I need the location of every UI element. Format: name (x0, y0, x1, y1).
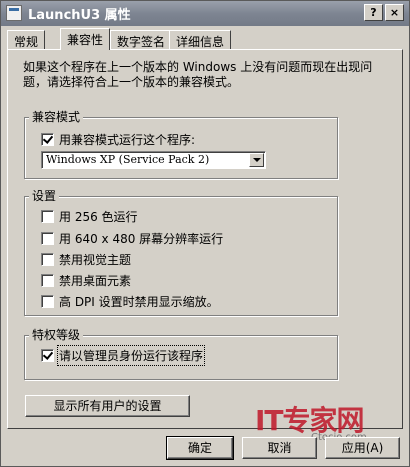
run-as-admin-row[interactable]: 请以管理员身份运行该程序 (41, 344, 206, 366)
setting-high-dpi[interactable]: 高 DPI 设置时禁用显示缩放。 (41, 293, 219, 309)
setting-640x480-label: 用 640 x 480 屏幕分辨率运行 (59, 231, 224, 246)
os-select[interactable]: Windows XP (Service Pack 2) (41, 151, 266, 169)
app-icon (6, 5, 22, 21)
setting-640x480-checkbox[interactable] (41, 231, 54, 245)
setting-disable-themes[interactable]: 禁用视觉主题 (41, 251, 131, 267)
tab-details[interactable]: 详细信息 (169, 30, 232, 49)
setting-disable-themes-checkbox[interactable] (41, 252, 54, 266)
privilege-legend: 特权等级 (29, 328, 84, 342)
setting-disable-desktop[interactable]: 禁用桌面元素 (41, 272, 131, 288)
setting-disable-themes-label: 禁用视觉主题 (59, 252, 132, 267)
chevron-down-icon[interactable] (249, 153, 264, 167)
settings-legend: 设置 (29, 189, 60, 203)
setting-disable-desktop-checkbox[interactable] (41, 273, 54, 287)
tab-compatibility[interactable]: 兼容性 (60, 28, 111, 50)
show-all-users-button[interactable]: 显示所有用户的设置 (25, 395, 190, 417)
setting-640x480[interactable]: 用 640 x 480 屏幕分辨率运行 (41, 230, 223, 246)
run-as-admin-label: 请以管理员身份运行该程序 (56, 344, 206, 366)
compat-mode-label: 用兼容模式运行这个程序: (59, 132, 196, 147)
setting-256-colors[interactable]: 用 256 色运行 (41, 208, 138, 224)
setting-high-dpi-checkbox[interactable] (41, 294, 54, 308)
setting-high-dpi-label: 高 DPI 设置时禁用显示缩放。 (59, 294, 219, 309)
window-title: LaunchU3 属性 (28, 8, 131, 23)
cancel-button[interactable]: 取消 (242, 437, 317, 459)
tab-general[interactable]: 常规 (7, 30, 46, 49)
compat-mode-legend: 兼容模式 (29, 110, 84, 124)
compat-mode-group (24, 117, 338, 179)
compat-description: 如果这个程序在上一个版本的 Windows 上没有问题而现在出现问题，请选择符合… (23, 60, 373, 89)
tab-digital-signatures[interactable]: 数字签名 (110, 30, 173, 49)
compat-mode-row[interactable]: 用兼容模式运行这个程序: (41, 131, 195, 147)
setting-256-colors-checkbox[interactable] (41, 209, 54, 223)
ok-button[interactable]: 确定 (166, 436, 234, 460)
help-button[interactable]: ? (364, 4, 383, 21)
close-button[interactable]: × (385, 4, 404, 21)
compat-mode-checkbox[interactable] (41, 132, 54, 146)
setting-disable-desktop-label: 禁用桌面元素 (59, 273, 132, 288)
setting-256-colors-label: 用 256 色运行 (59, 209, 138, 224)
apply-button[interactable]: 应用(A) (325, 437, 400, 459)
os-select-value: Windows XP (Service Pack 2) (46, 153, 210, 166)
properties-window: LaunchU3 属性 ? × 常规 兼容性 数字签名 详细信息 如果这个程序在… (0, 0, 410, 467)
run-as-admin-checkbox[interactable] (41, 348, 54, 362)
title-bar[interactable]: LaunchU3 属性 ? × (1, 1, 409, 26)
